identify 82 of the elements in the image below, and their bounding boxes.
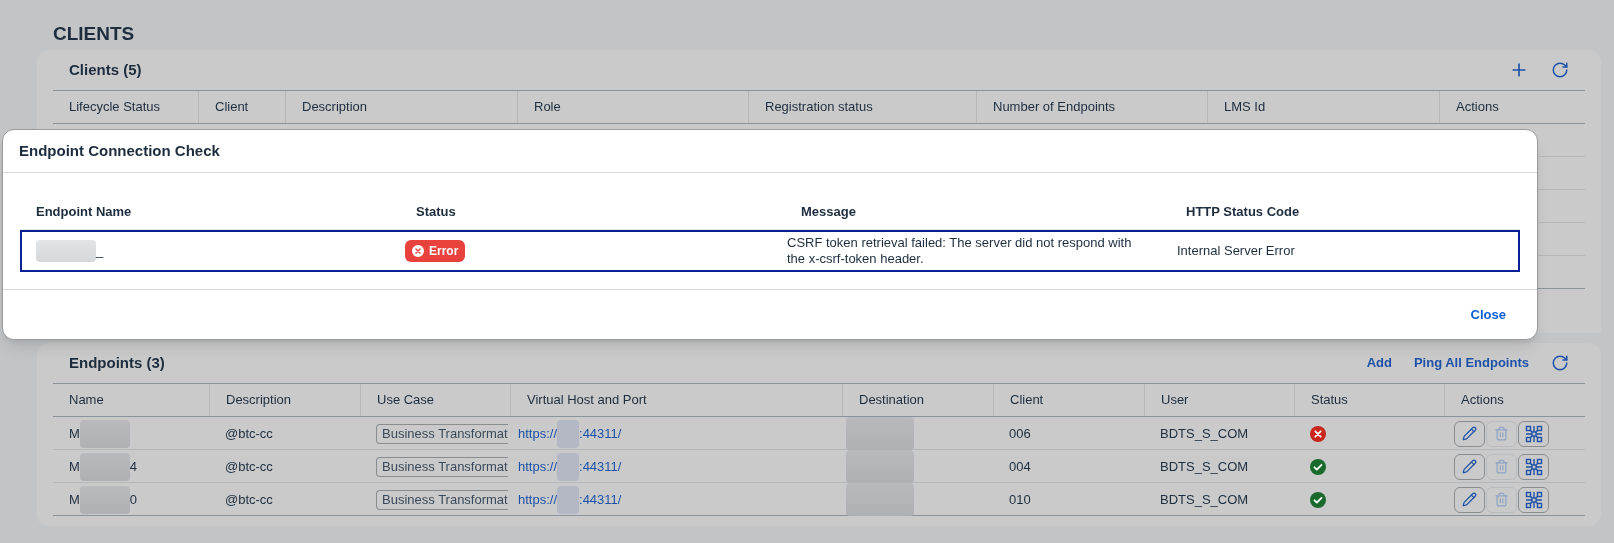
table-cell-text: M [69, 457, 80, 476]
use-case-token: Business Transformat [376, 456, 508, 477]
redaction-blur [79, 485, 130, 514]
table-cell-text: @btc-cc [225, 424, 273, 443]
edit-button[interactable] [1454, 420, 1485, 447]
host-link[interactable]: :44311/ [579, 456, 622, 477]
column-header: HTTP Status Code [1186, 203, 1300, 219]
network-icon [1524, 457, 1543, 476]
network-icon [1524, 490, 1543, 509]
trash-icon [1494, 459, 1509, 474]
use-case-token: Business Transformat [376, 489, 508, 510]
column-header: Actions [1456, 98, 1499, 117]
column-header: Actions [1461, 391, 1504, 410]
message-text: CSRF token retrieval failed: The server did not respond with the x-csrf-token header. [787, 235, 1132, 266]
redaction-blur [846, 450, 914, 483]
table-cell-text: M [69, 490, 80, 509]
connections-button[interactable] [1518, 420, 1549, 447]
redaction-blur [846, 417, 914, 450]
status-badge: Error [405, 239, 466, 262]
edit-button[interactable] [1454, 453, 1485, 480]
redaction-blur [557, 485, 580, 514]
host-link[interactable]: https:// [518, 423, 558, 444]
table-cell-text: _ [96, 242, 104, 261]
table-cell-text: @btc-cc [225, 457, 273, 476]
redaction-blur [79, 419, 130, 448]
table-cell-text: BDTS_S_COM [1160, 457, 1249, 476]
pencil-icon [1462, 426, 1477, 441]
table-cell-text: @btc-cc [225, 490, 273, 509]
trash-icon [1494, 492, 1509, 507]
column-header: Virtual Host and Port [527, 391, 647, 410]
table-cell-text: 010 [1009, 490, 1031, 509]
toolbar-link[interactable]: Ping All Endpoints [1413, 353, 1529, 373]
panel-title: Clients (5) [69, 59, 142, 80]
host-link[interactable]: https:// [518, 489, 558, 510]
trash-icon [1494, 426, 1509, 441]
table-cell-text: BDTS_S_COM [1160, 490, 1249, 509]
column-header: Number of Endpoints [993, 98, 1116, 117]
column-header: Name [69, 391, 104, 410]
column-header: Endpoint Name [36, 203, 132, 219]
column-header: Message [801, 203, 856, 219]
host-link[interactable]: :44311/ [579, 423, 622, 444]
host-link[interactable]: :44311/ [579, 489, 622, 510]
redaction-blur [36, 240, 96, 262]
column-header: Use Case [377, 391, 435, 410]
use-case-token: Business Transformat [376, 423, 508, 444]
table-cell-text: M [69, 424, 80, 443]
table-cell-text: BDTS_S_COM [1160, 424, 1249, 443]
redaction-blur [846, 483, 914, 516]
column-header: Client [1010, 391, 1044, 410]
column-header: Registration status [765, 98, 873, 117]
column-header: Status [1311, 391, 1348, 410]
table-cell-text: 004 [1009, 457, 1031, 476]
pencil-icon [1462, 492, 1477, 507]
refresh-icon[interactable] [1551, 60, 1569, 80]
column-header: User [1161, 391, 1189, 410]
connections-button[interactable] [1518, 486, 1549, 513]
column-header: Description [302, 98, 368, 117]
table-cell-text: 006 [1009, 424, 1031, 443]
edit-button[interactable] [1454, 486, 1485, 513]
table-cell: Internal Server Error [1177, 243, 1295, 259]
pencil-icon [1462, 459, 1477, 474]
column-header: Lifecycle Status [69, 98, 161, 117]
error-icon [412, 244, 424, 257]
panel-title: Endpoints (3) [69, 352, 165, 373]
column-header: LMS Id [1224, 98, 1266, 117]
column-header: Status [416, 203, 456, 219]
dialog-title: Endpoint Connection Check [19, 140, 220, 161]
host-link[interactable]: https:// [518, 456, 558, 477]
connections-button[interactable] [1518, 453, 1549, 480]
close-button[interactable]: Close [1470, 304, 1506, 325]
toolbar-link[interactable]: Add [1366, 353, 1392, 373]
network-icon [1524, 424, 1543, 443]
page-title: CLIENTS [53, 22, 135, 46]
redaction-blur [79, 452, 130, 481]
table-cell-text: 0 [129, 490, 138, 509]
refresh-icon[interactable] [1551, 354, 1569, 372]
result-row[interactable]: _ Error CSRF token retrieval failed: The server did not respond with the x-csrf-token header. Internal Server Error [20, 230, 1520, 272]
column-header: Role [534, 98, 561, 117]
column-header: Destination [859, 391, 925, 410]
table-cell-text: 4 [129, 457, 138, 476]
column-header: Client [215, 98, 249, 117]
column-header: Description [226, 391, 292, 410]
